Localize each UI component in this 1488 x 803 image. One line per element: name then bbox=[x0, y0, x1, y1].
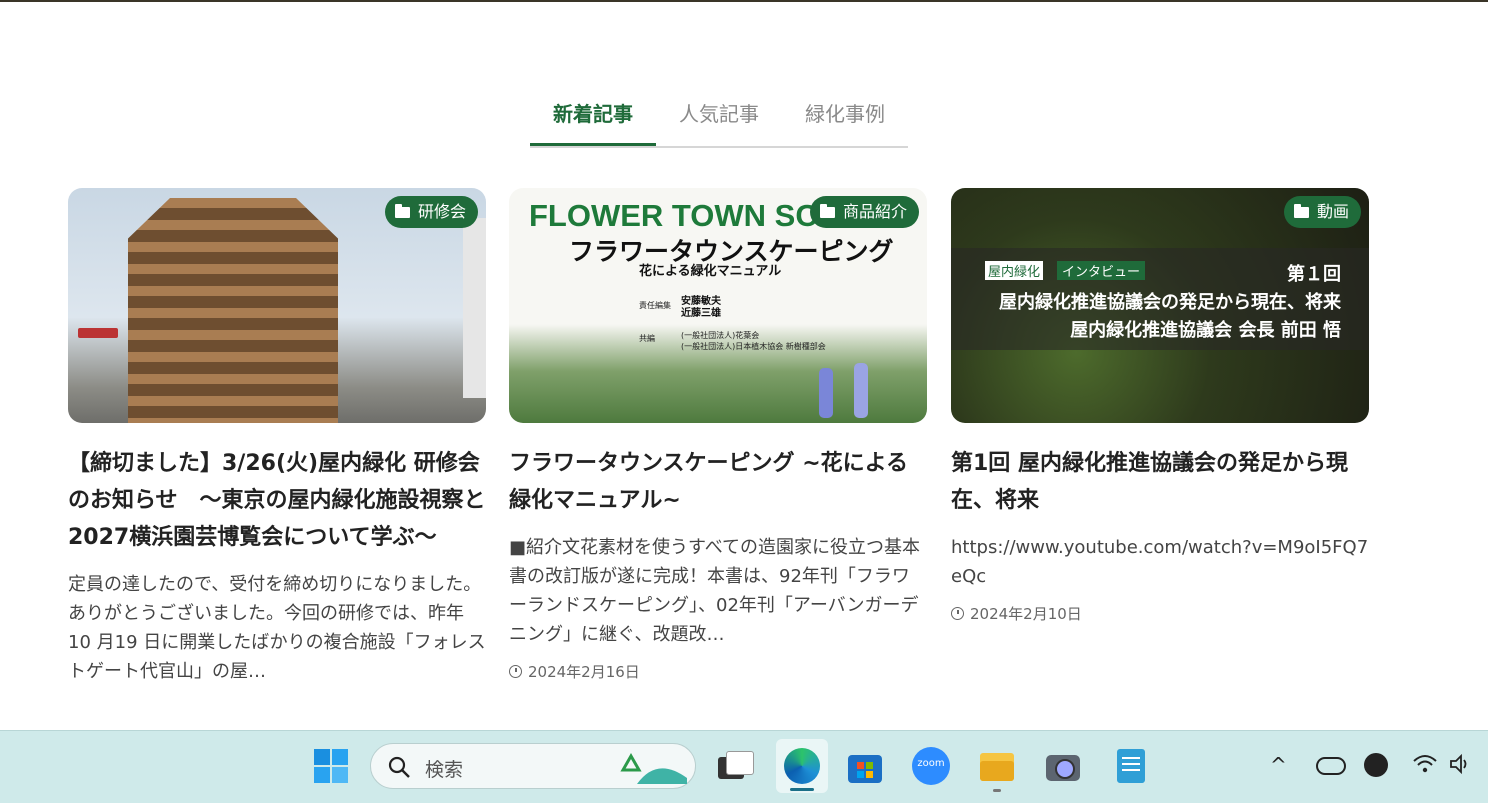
article-date: 2024年2月10日 bbox=[951, 603, 1369, 624]
clock-icon bbox=[951, 607, 964, 620]
article-tabs: 新着記事 人気記事 緑化事例 bbox=[530, 96, 908, 148]
search-icon bbox=[388, 756, 410, 778]
category-badge[interactable]: 動画 bbox=[1283, 196, 1361, 228]
clock-icon bbox=[509, 665, 522, 678]
tab-greening-cases[interactable]: 緑化事例 bbox=[782, 96, 908, 146]
taskbar-search[interactable]: 検索 bbox=[370, 743, 696, 789]
onedrive-icon[interactable] bbox=[1316, 757, 1346, 775]
camera-icon[interactable] bbox=[1044, 747, 1082, 785]
folder-icon bbox=[394, 203, 410, 218]
file-explorer-icon[interactable] bbox=[978, 747, 1016, 792]
category-badge[interactable]: 研修会 bbox=[384, 196, 478, 228]
zoom-icon[interactable]: zoom bbox=[912, 747, 950, 785]
top-image-edge bbox=[0, 0, 1488, 2]
article-excerpt: ■紹介文花素材を使うすべての造園家に役立つ基本書の改訂版が遂に完成！本書は、92… bbox=[509, 537, 921, 645]
article-card[interactable]: 屋内緑化 インタビュー 第１回 屋内緑化推進協議会の発足から現在、将来 屋内緑化… bbox=[951, 188, 1369, 624]
taskbar: 検索 zoom ^ bbox=[0, 730, 1488, 803]
recycle-icon bbox=[620, 752, 687, 784]
article-excerpt[interactable]: https://www.youtube.com/watch?v=M9oI5FQ7… bbox=[951, 533, 1369, 591]
tab-popular-articles[interactable]: 人気記事 bbox=[656, 96, 782, 146]
windows-start-icon[interactable] bbox=[312, 747, 350, 785]
folder-icon bbox=[819, 203, 835, 218]
article-card[interactable]: 研修会 【締切ました】3/26(火)屋内緑化 研修会のお知らせ ～東京の屋内緑化… bbox=[68, 188, 486, 686]
article-thumbnail-video[interactable]: 屋内緑化 インタビュー 第１回 屋内緑化推進協議会の発足から現在、将来 屋内緑化… bbox=[951, 188, 1369, 423]
article-date: 2024年2月16日 bbox=[509, 661, 927, 682]
wifi-icon[interactable] bbox=[1412, 753, 1438, 780]
article-excerpt: 定員の達したので、受付を締め切りになりました。ありがとうございました。今回の研修… bbox=[68, 574, 486, 682]
folder-icon bbox=[1293, 203, 1309, 218]
building-image bbox=[128, 198, 338, 423]
edge-icon[interactable] bbox=[776, 739, 828, 793]
volume-icon[interactable] bbox=[1448, 753, 1472, 780]
notepad-icon[interactable] bbox=[1112, 747, 1150, 785]
article-title[interactable]: 【締切ました】3/26(火)屋内緑化 研修会のお知らせ ～東京の屋内緑化施設視察… bbox=[68, 445, 486, 556]
tab-new-articles[interactable]: 新着記事 bbox=[530, 96, 656, 146]
category-badge[interactable]: 商品紹介 bbox=[809, 196, 919, 228]
chevron-up-icon[interactable]: ^ bbox=[1270, 753, 1287, 777]
article-thumbnail-book[interactable]: FLOWER TOWN SCA フラワータウンスケーピング 花による緑化マニュア… bbox=[509, 188, 927, 423]
task-view-icon[interactable] bbox=[716, 747, 754, 785]
search-input[interactable]: 検索 bbox=[425, 755, 463, 782]
microsoft-store-icon[interactable] bbox=[846, 747, 884, 785]
article-title[interactable]: 第1回 屋内緑化推進協議会の発足から現在、将来 bbox=[951, 445, 1369, 519]
article-title[interactable]: フラワータウンスケーピング ~花による緑化マニュアル~ bbox=[509, 445, 927, 519]
close-circle-icon[interactable] bbox=[1364, 753, 1388, 777]
article-card[interactable]: FLOWER TOWN SCA フラワータウンスケーピング 花による緑化マニュア… bbox=[509, 188, 927, 682]
article-thumbnail-building[interactable]: 研修会 bbox=[68, 188, 486, 423]
